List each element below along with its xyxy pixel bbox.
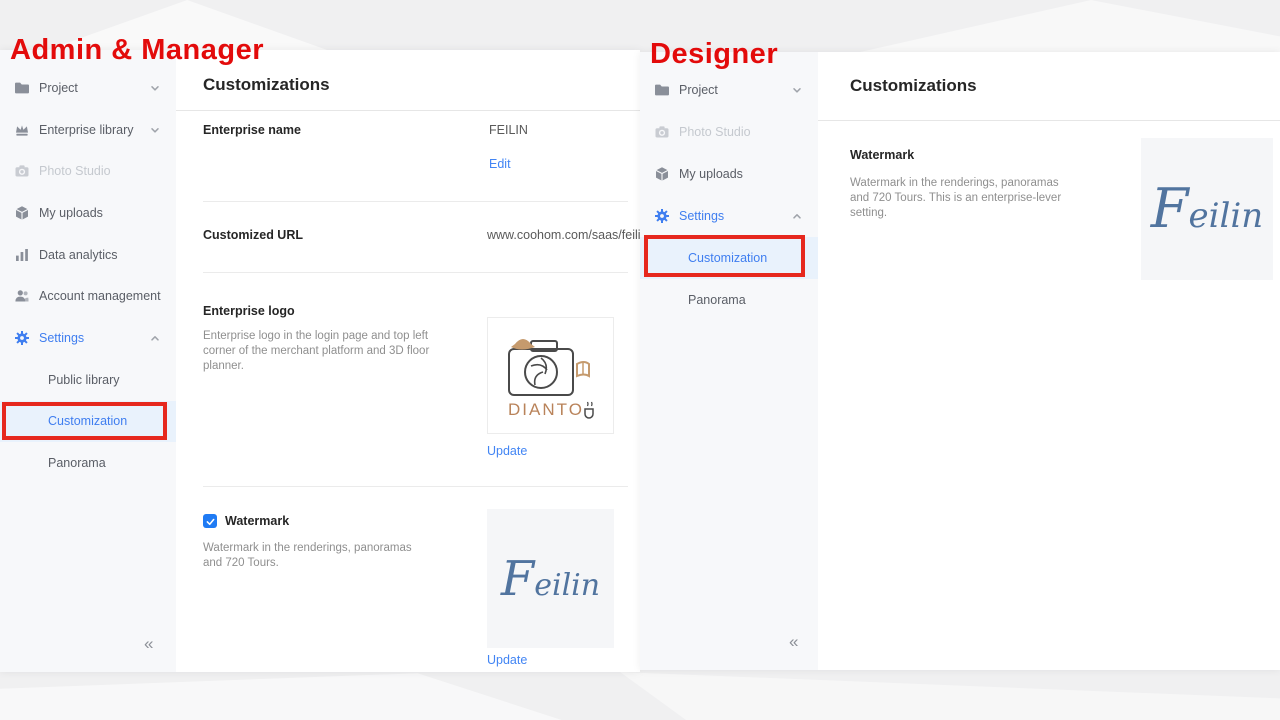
background-polygon (860, 0, 1280, 52)
divider (203, 201, 628, 202)
sidebar-item-data-analytics[interactable]: Data analytics (0, 234, 176, 276)
gear-icon (654, 208, 670, 224)
enterprise-logo-label: Enterprise logo (203, 304, 295, 318)
sidebar-item-project[interactable]: Project (640, 69, 818, 111)
page-title: Customizations (203, 75, 330, 95)
sidebar-item-label: Project (39, 81, 78, 95)
sidebar-item-label: Account management (39, 289, 161, 303)
sidebar-item-settings[interactable]: Settings (640, 195, 818, 237)
background-polygon (0, 668, 720, 720)
sidebar-item-enterprise-library[interactable]: Enterprise library (0, 109, 176, 151)
gear-icon (14, 330, 30, 346)
sidebar-item-label: Panorama (48, 456, 106, 470)
enterprise-logo-description: Enterprise logo in the login page and to… (203, 329, 461, 374)
divider (203, 272, 628, 273)
edit-enterprise-name-link[interactable]: Edit (489, 157, 511, 171)
sidebar-item-label: Customization (48, 414, 127, 428)
folder-icon (14, 80, 30, 96)
sidebar-item-label: Settings (679, 209, 724, 223)
watermark-checkbox[interactable] (203, 514, 217, 528)
sidebar-item-my-uploads[interactable]: My uploads (640, 153, 818, 195)
sidebar-item-photo-studio: Photo Studio (0, 150, 176, 192)
sidebar-item-panorama[interactable]: Panorama (640, 279, 818, 321)
watermark-description: Watermark in the renderings, panoramas a… (850, 176, 1080, 221)
chevron-up-icon (148, 331, 162, 345)
chevron-up-icon (790, 209, 804, 223)
bar-chart-icon (14, 247, 30, 263)
sidebar-item-label: Project (679, 83, 718, 97)
sidebar-item-project[interactable]: Project (0, 67, 176, 109)
update-enterprise-logo-link[interactable]: Update (487, 444, 527, 458)
divider (176, 110, 640, 111)
users-icon (14, 288, 30, 304)
right-sidebar: Project Photo Studio My uploads Settings… (640, 52, 818, 670)
collapse-sidebar-button[interactable]: « (144, 634, 153, 654)
sidebar-item-panorama[interactable]: Panorama (0, 442, 176, 484)
sidebar-item-label: My uploads (39, 206, 103, 220)
page-title: Customizations (850, 76, 977, 96)
enterprise-logo-preview: DIANTO (487, 317, 614, 434)
sidebar-item-label: Panorama (688, 293, 746, 307)
sidebar-item-label: Enterprise library (39, 123, 133, 137)
watermark-preview: Feilin (1141, 138, 1273, 280)
svg-text:DIANTO: DIANTO (508, 400, 584, 419)
enterprise-name-value: FEILIN (489, 123, 528, 137)
divider (203, 486, 628, 487)
cube-icon (654, 166, 670, 182)
sidebar-item-photo-studio: Photo Studio (640, 111, 818, 153)
checkmark-icon (205, 516, 216, 527)
sidebar-item-label: My uploads (679, 167, 743, 181)
enterprise-name-label: Enterprise name (203, 123, 301, 137)
annotation-designer: Designer (650, 38, 778, 71)
folder-icon (654, 82, 670, 98)
sidebar-item-customization[interactable]: Customization (0, 401, 176, 443)
chevron-down-icon (790, 83, 804, 97)
chevron-down-icon (148, 123, 162, 137)
sidebar-item-public-library[interactable]: Public library (0, 359, 176, 401)
customized-url-label: Customized URL (203, 228, 303, 242)
watermark-label: Watermark (850, 148, 914, 162)
sidebar-item-customization[interactable]: Customization (640, 237, 818, 279)
sidebar-item-label: Public library (48, 373, 120, 387)
sidebar-item-label: Customization (688, 251, 767, 265)
feilin-logo: Feilin (501, 555, 600, 603)
crown-icon (14, 122, 30, 138)
chevron-down-icon (148, 81, 162, 95)
sidebar-item-label: Settings (39, 331, 84, 345)
watermark-preview: Feilin (487, 509, 614, 648)
sidebar-item-label: Data analytics (39, 248, 118, 262)
left-sidebar: Project Enterprise library Photo Studio … (0, 50, 176, 672)
divider (818, 120, 1280, 121)
sidebar-item-account-management[interactable]: Account management (0, 275, 176, 317)
sidebar-item-settings[interactable]: Settings (0, 317, 176, 359)
dianto-logo: DIANTO (501, 328, 601, 423)
watermark-label: Watermark (225, 514, 289, 528)
cube-icon (14, 205, 30, 221)
sidebar-item-label: Photo Studio (39, 164, 111, 178)
designer-view: Project Photo Studio My uploads Settings… (640, 52, 1280, 670)
watermark-description: Watermark in the renderings, panoramas a… (203, 541, 433, 571)
sidebar-item-my-uploads[interactable]: My uploads (0, 192, 176, 234)
camera-icon (14, 163, 30, 179)
customizations-page: Customizations Enterprise name FEILIN Ed… (176, 50, 640, 672)
sidebar-item-label: Photo Studio (679, 125, 751, 139)
customizations-page: Customizations Watermark Watermark in th… (818, 52, 1280, 670)
admin-manager-view: Project Enterprise library Photo Studio … (0, 50, 640, 672)
background-polygon (620, 672, 1280, 720)
camera-icon (654, 124, 670, 140)
update-watermark-link[interactable]: Update (487, 653, 527, 667)
feilin-logo: Feilin (1151, 182, 1263, 236)
annotation-admin-manager: Admin & Manager (10, 34, 264, 67)
customized-url-value: www.coohom.com/saas/feilin (487, 228, 647, 242)
collapse-sidebar-button[interactable]: « (789, 632, 798, 652)
